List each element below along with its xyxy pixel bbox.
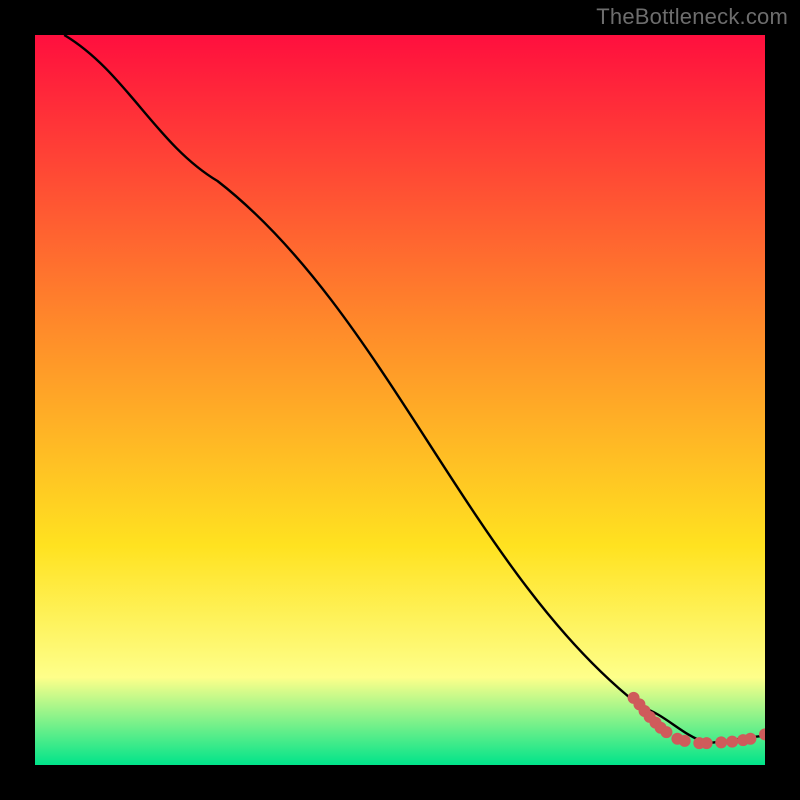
data-marker	[727, 736, 738, 747]
data-marker	[679, 735, 690, 746]
plot-area	[35, 35, 765, 765]
chart-frame: TheBottleneck.com	[0, 0, 800, 800]
data-marker	[661, 727, 672, 738]
data-marker	[716, 737, 727, 748]
data-marker	[745, 733, 756, 744]
watermark-text: TheBottleneck.com	[596, 4, 788, 30]
data-marker	[701, 738, 712, 749]
chart-svg	[35, 35, 765, 765]
